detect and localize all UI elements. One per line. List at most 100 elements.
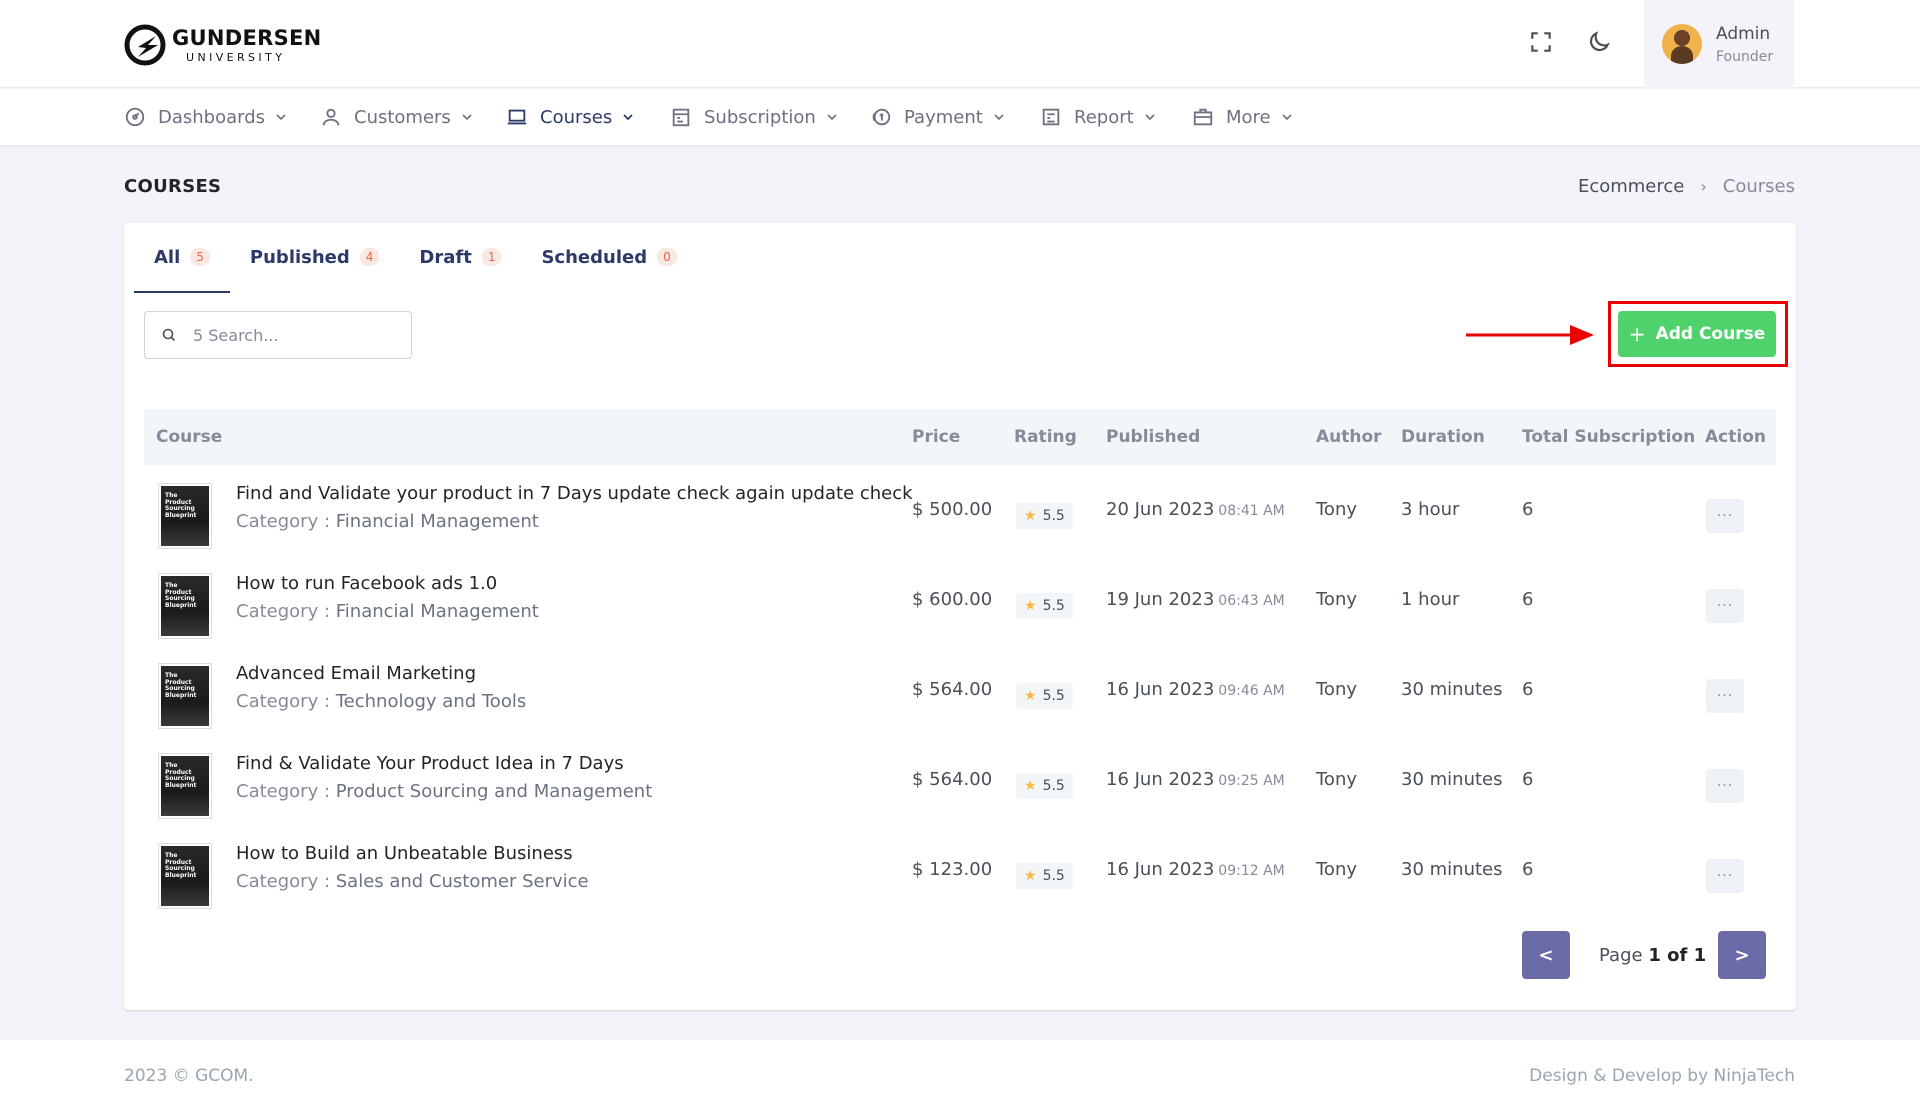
- coins-icon: [870, 106, 892, 128]
- brand-logo[interactable]: GUNDERSEN UNIVERSITY: [124, 16, 322, 74]
- laptop-icon: [506, 106, 528, 128]
- star-icon: ★: [1024, 508, 1037, 524]
- rating-badge: ★ 5.5: [1016, 773, 1073, 799]
- chevron-down-icon: [1145, 114, 1155, 121]
- tab-draft[interactable]: Draft 1: [399, 223, 521, 291]
- calendar-icon: [670, 106, 692, 128]
- time: 09:46 AM: [1218, 683, 1285, 699]
- tab-scheduled[interactable]: Scheduled 0: [521, 223, 696, 291]
- more-dots-icon: ···: [1716, 778, 1734, 794]
- thumbnail-text: The Product Sourcing Blueprint: [161, 666, 209, 726]
- row-action-button[interactable]: ···: [1706, 769, 1744, 803]
- next-page-button[interactable]: >: [1718, 931, 1766, 979]
- time: 06:43 AM: [1218, 593, 1285, 609]
- prev-page-button[interactable]: <: [1522, 931, 1570, 979]
- course-author: Tony: [1316, 769, 1358, 790]
- chevron-down-icon: [827, 114, 837, 121]
- add-course-button[interactable]: + Add Course: [1618, 311, 1776, 357]
- course-price: $ 564.00: [912, 769, 993, 790]
- category-prefix: Category :: [236, 511, 336, 532]
- course-author: Tony: [1316, 589, 1358, 610]
- published-date: 20 Jun 2023 08:41 AM: [1106, 499, 1285, 520]
- course-price: $ 564.00: [912, 679, 993, 700]
- col-price: Price: [912, 427, 961, 447]
- course-thumbnail: The Product Sourcing Blueprint: [158, 663, 212, 729]
- row-action-button[interactable]: ···: [1706, 859, 1744, 893]
- total-subscription: 6: [1522, 769, 1534, 790]
- nav-label: Payment: [904, 106, 983, 128]
- count-badge: 0: [657, 248, 677, 266]
- total-subscription: 6: [1522, 859, 1534, 880]
- page-indicator: Page 1 of 1: [1599, 945, 1706, 966]
- table-row: The Product Sourcing Blueprint Advanced …: [144, 645, 1776, 735]
- nav-item-subscription[interactable]: Subscription: [670, 89, 838, 145]
- search-box: [144, 311, 412, 359]
- course-title[interactable]: How to run Facebook ads 1.0: [236, 573, 497, 594]
- course-duration: 30 minutes: [1401, 859, 1503, 880]
- date: 16 Jun 2023: [1106, 859, 1215, 880]
- rating-value: 5.5: [1042, 778, 1065, 794]
- course-price: $ 600.00: [912, 589, 993, 610]
- date: 19 Jun 2023: [1106, 589, 1215, 610]
- course-title[interactable]: How to Build an Unbeatable Business: [236, 843, 573, 864]
- course-category: Category : Financial Management: [236, 511, 539, 532]
- rating-badge: ★ 5.5: [1016, 503, 1073, 529]
- course-category: Category : Financial Management: [236, 601, 539, 622]
- nav-item-dashboards[interactable]: Dashboards: [124, 89, 287, 145]
- nav-item-more[interactable]: More: [1192, 89, 1293, 145]
- star-icon: ★: [1024, 868, 1037, 884]
- chevron-down-icon: [462, 114, 472, 121]
- course-author: Tony: [1316, 679, 1358, 700]
- col-author: Author: [1316, 427, 1382, 447]
- theme-toggle-button[interactable]: [1584, 27, 1614, 57]
- table-row: The Product Sourcing Blueprint Find and …: [144, 465, 1776, 555]
- fullscreen-button[interactable]: [1526, 27, 1556, 57]
- nav-item-report[interactable]: Report: [1040, 89, 1156, 145]
- user-menu[interactable]: Admin Founder: [1644, 0, 1794, 88]
- thumbnail-text: The Product Sourcing Blueprint: [161, 486, 209, 546]
- nav-label: Dashboards: [158, 106, 266, 128]
- published-date: 16 Jun 2023 09:12 AM: [1106, 859, 1285, 880]
- credits-text: Design & Develop by NinjaTech: [1529, 1066, 1795, 1086]
- course-category: Category : Product Sourcing and Manageme…: [236, 781, 652, 802]
- category-prefix: Category :: [236, 601, 336, 622]
- nav-label: Customers: [354, 106, 451, 128]
- time: 09:12 AM: [1218, 863, 1285, 879]
- tab-label: Published: [249, 246, 350, 268]
- nav-item-courses[interactable]: Courses: [506, 89, 634, 145]
- row-action-button[interactable]: ···: [1706, 679, 1744, 713]
- page-value: 1 of 1: [1648, 945, 1707, 966]
- avatar: [1662, 24, 1702, 64]
- table-header: Course Price Rating Published Author Dur…: [144, 409, 1776, 465]
- tab-label: Draft: [419, 246, 472, 268]
- breadcrumb-link-ecommerce[interactable]: Ecommerce: [1578, 176, 1684, 197]
- row-action-button[interactable]: ···: [1706, 499, 1744, 533]
- tab-published[interactable]: Published 4: [230, 223, 400, 291]
- total-subscription: 6: [1522, 589, 1534, 610]
- count-badge: 5: [190, 248, 210, 266]
- nav-label: Report: [1074, 106, 1134, 128]
- nav-item-customers[interactable]: Customers: [320, 89, 473, 145]
- brand-name: GUNDERSEN: [172, 25, 322, 50]
- rating-badge: ★ 5.5: [1016, 863, 1073, 889]
- nav-label: Subscription: [704, 106, 816, 128]
- course-category: Category : Sales and Customer Service: [236, 871, 589, 892]
- rating-badge: ★ 5.5: [1016, 593, 1073, 619]
- course-title[interactable]: Advanced Email Marketing: [236, 663, 476, 684]
- course-title[interactable]: Find & Validate Your Product Idea in 7 D…: [236, 753, 624, 774]
- count-badge: 1: [481, 248, 502, 266]
- nav-label: More: [1226, 106, 1271, 128]
- category-value: Product Sourcing and Management: [335, 781, 653, 802]
- col-published: Published: [1106, 427, 1201, 447]
- col-total-subscription: Total Subscription: [1522, 427, 1696, 447]
- count-badge: 4: [359, 248, 380, 266]
- search-input[interactable]: [193, 325, 393, 345]
- total-subscription: 6: [1522, 679, 1534, 700]
- footer: 2023 © GCOM. Design & Develop by NinjaTe…: [0, 1040, 1920, 1115]
- row-action-button[interactable]: ···: [1706, 589, 1744, 623]
- course-title[interactable]: Find and Validate your product in 7 Days…: [236, 483, 913, 504]
- report-icon: [1040, 106, 1062, 128]
- nav-item-payment[interactable]: Payment: [870, 89, 1005, 145]
- thumbnail-text: The Product Sourcing Blueprint: [161, 576, 209, 636]
- tab-all[interactable]: All 5: [134, 223, 230, 293]
